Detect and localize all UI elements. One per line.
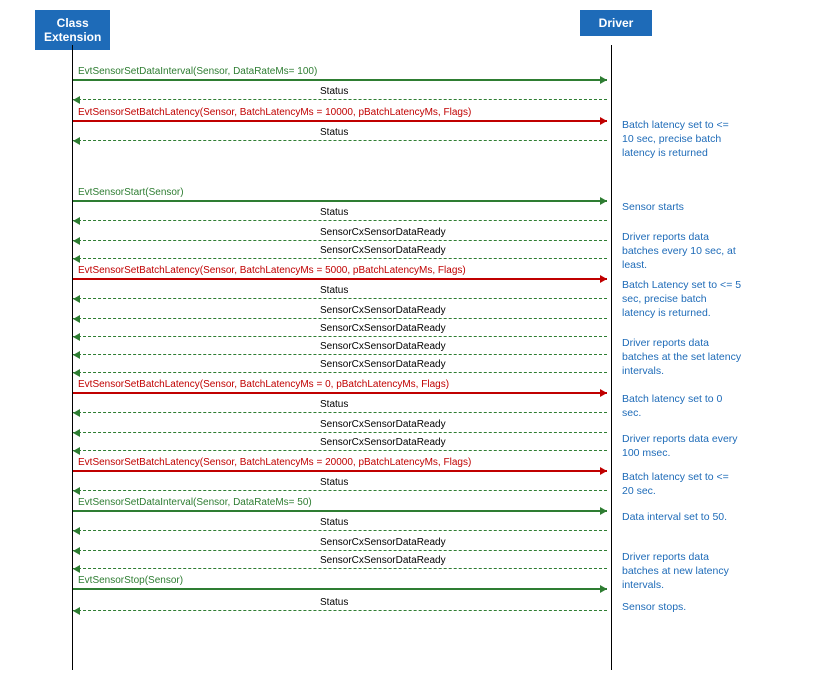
annotation-ann5: Driver reports data batches at the set l… [622,336,742,379]
arrow-a19: EvtSensorSetBatchLatency(Sensor, BatchLa… [73,470,607,471]
arrow-label-a4: Status [320,127,348,138]
arrow-label-a2: Status [320,86,348,97]
arrow-a6: Status [73,220,607,221]
arrow-label-a5: EvtSensorStart(Sensor) [78,187,184,198]
arrow-a12: SensorCxSensorDataReady [73,336,607,337]
arrow-a18: SensorCxSensorDataReady [73,450,607,451]
arrow-label-a7: SensorCxSensorDataReady [320,227,446,238]
arrow-a20: Status [73,490,607,491]
arrow-a13: SensorCxSensorDataReady [73,354,607,355]
arrow-label-a10: Status [320,285,348,296]
arrow-label-a9: EvtSensorSetBatchLatency(Sensor, BatchLa… [78,265,466,276]
lifeline-box-class-ext: Class Extension [35,10,110,50]
diagram-container: Class Extension Driver EvtSensorSetDataInt… [0,0,837,680]
arrow-label-a17: SensorCxSensorDataReady [320,419,446,430]
arrow-label-a6: Status [320,207,348,218]
arrow-a2: Status [73,99,607,100]
arrow-a7: SensorCxSensorDataReady [73,240,607,241]
arrow-a1: EvtSensorSetDataInterval(Sensor, DataRat… [73,79,607,80]
arrow-a24: SensorCxSensorDataReady [73,568,607,569]
annotation-ann9: Data interval set to 50. [622,510,742,524]
arrow-a15: EvtSensorSetBatchLatency(Sensor, BatchLa… [73,392,607,393]
arrow-label-a26: Status [320,597,348,608]
annotation-ann8: Batch latency set to <= 20 sec. [622,470,742,498]
arrow-a21: EvtSensorSetDataInterval(Sensor, DataRat… [73,510,607,511]
annotation-ann10: Driver reports data batches at new laten… [622,550,742,593]
arrow-a16: Status [73,412,607,413]
annotation-ann3: Driver reports data batches every 10 sec… [622,230,742,273]
arrow-label-a21: EvtSensorSetDataInterval(Sensor, DataRat… [78,497,312,508]
annotation-ann1: Batch latency set to <= 10 sec, precise … [622,118,742,161]
annotation-ann4: Batch Latency set to <= 5 sec, precise b… [622,278,742,321]
arrow-label-a13: SensorCxSensorDataReady [320,341,446,352]
arrow-label-a20: Status [320,477,348,488]
arrow-label-a23: SensorCxSensorDataReady [320,537,446,548]
arrow-a5: EvtSensorStart(Sensor) [73,200,607,201]
annotation-ann7: Driver reports data every 100 msec. [622,432,742,460]
arrow-a10: Status [73,298,607,299]
arrow-a23: SensorCxSensorDataReady [73,550,607,551]
arrow-a26: Status [73,610,607,611]
arrow-label-a18: SensorCxSensorDataReady [320,437,446,448]
arrow-label-a3: EvtSensorSetBatchLatency(Sensor, BatchLa… [78,107,471,118]
lifeline-box-driver: Driver [580,10,652,36]
arrow-label-a15: EvtSensorSetBatchLatency(Sensor, BatchLa… [78,379,449,390]
arrow-a9: EvtSensorSetBatchLatency(Sensor, BatchLa… [73,278,607,279]
arrow-label-a25: EvtSensorStop(Sensor) [78,575,183,586]
arrow-label-a24: SensorCxSensorDataReady [320,555,446,566]
arrow-a14: SensorCxSensorDataReady [73,372,607,373]
arrow-label-a12: SensorCxSensorDataReady [320,323,446,334]
arrow-label-a14: SensorCxSensorDataReady [320,359,446,370]
annotation-ann6: Batch latency set to 0 sec. [622,392,742,420]
arrow-a4: Status [73,140,607,141]
arrow-label-a19: EvtSensorSetBatchLatency(Sensor, BatchLa… [78,457,471,468]
arrow-a11: SensorCxSensorDataReady [73,318,607,319]
arrow-label-a16: Status [320,399,348,410]
arrow-a8: SensorCxSensorDataReady [73,258,607,259]
arrow-label-a22: Status [320,517,348,528]
lifeline-line-driver [611,45,612,670]
arrow-a3: EvtSensorSetBatchLatency(Sensor, BatchLa… [73,120,607,121]
arrow-a17: SensorCxSensorDataReady [73,432,607,433]
arrow-label-a8: SensorCxSensorDataReady [320,245,446,256]
arrow-label-a11: SensorCxSensorDataReady [320,305,446,316]
annotation-ann2: Sensor starts [622,200,742,214]
annotation-ann11: Sensor stops. [622,600,742,614]
arrow-a22: Status [73,530,607,531]
arrow-a25: EvtSensorStop(Sensor) [73,588,607,589]
arrow-label-a1: EvtSensorSetDataInterval(Sensor, DataRat… [78,66,317,77]
